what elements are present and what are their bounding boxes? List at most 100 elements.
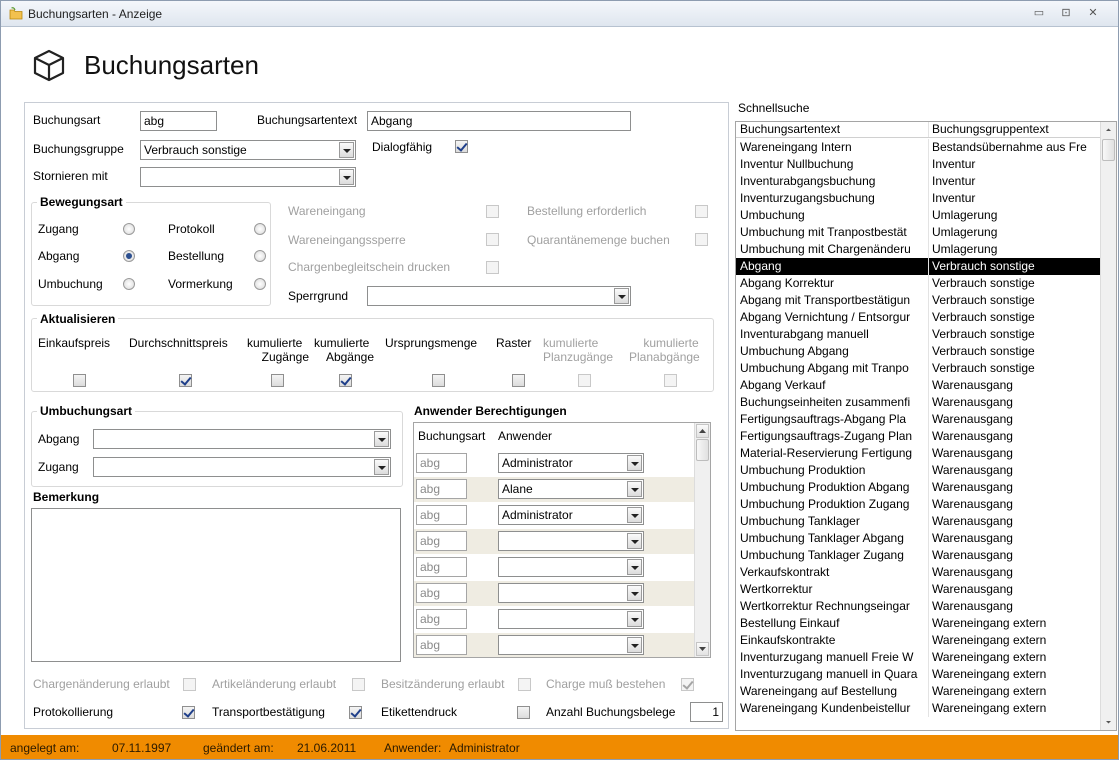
list-item[interactable]: Umbuchung Tanklager Abgang Warenausgang <box>736 530 1102 547</box>
table-row[interactable]: abg Administrator <box>414 503 694 528</box>
list-item[interactable]: Inventurzugang manuell Freie W Wareneinga… <box>736 649 1102 666</box>
chevron-down-icon[interactable] <box>627 455 642 471</box>
list-item[interactable]: Inventurzugang manuell in Quara Wareneing… <box>736 666 1102 683</box>
raster-checkbox[interactable] <box>512 374 525 387</box>
cell-anwender-select[interactable]: Alane <box>498 479 644 499</box>
cell-buchungsart[interactable]: abg <box>416 479 467 499</box>
table-row[interactable]: abg <box>414 581 694 606</box>
cell-buchungsart[interactable]: abg <box>416 635 467 655</box>
anzahl-belege-input[interactable]: 1 <box>690 702 723 722</box>
radio-protokoll[interactable] <box>254 223 266 235</box>
cell-buchungsart[interactable]: abg <box>416 531 467 551</box>
cell-buchungsart[interactable]: abg <box>416 609 467 629</box>
quarantaene-checkbox[interactable] <box>695 233 708 246</box>
list-item[interactable]: Fertigungsauftrags-Zugang Plan Warenausga… <box>736 428 1102 445</box>
cell-anwender-select[interactable]: Administrator <box>498 453 644 473</box>
buchungsart-input[interactable]: abg <box>140 111 217 131</box>
radio-bestellung[interactable] <box>254 250 266 262</box>
scroll-up-button[interactable] <box>1102 123 1115 137</box>
chevron-down-icon[interactable] <box>614 288 629 304</box>
artikelaenderung-checkbox[interactable] <box>352 678 365 691</box>
kum-zugaenge-checkbox[interactable] <box>271 374 284 387</box>
list-item[interactable]: Material-Reservierung Fertigung Warenausg… <box>736 445 1102 462</box>
table-row[interactable]: abg <box>414 633 694 657</box>
maximize-button[interactable]: ⊡ <box>1058 6 1074 20</box>
list-item[interactable]: Wertkorrektur Rechnungseingar Warenausgan… <box>736 598 1102 615</box>
chevron-down-icon[interactable] <box>374 431 389 447</box>
charge-muss-checkbox[interactable] <box>681 678 694 691</box>
wareneingangssperre-checkbox[interactable] <box>486 233 499 246</box>
chevron-down-icon[interactable] <box>627 637 642 653</box>
table-row[interactable]: abg Administrator <box>414 451 694 476</box>
table-row[interactable]: abg <box>414 555 694 580</box>
list-item[interactable]: Abgang Vernichtung / Entsorgur Verbrauch … <box>736 309 1102 326</box>
scroll-thumb[interactable] <box>1102 139 1115 161</box>
list-item[interactable]: Inventurabgangsbuchung Inventur <box>736 173 1102 190</box>
anwender-scrollbar[interactable] <box>694 423 710 657</box>
transportbestaetigung-checkbox[interactable] <box>349 706 362 719</box>
chevron-down-icon[interactable] <box>627 611 642 627</box>
column-header-buchungsgruppentext[interactable]: Buchungsgruppentext <box>932 122 1100 136</box>
protokollierung-checkbox[interactable] <box>182 706 195 719</box>
list-item[interactable]: Abgang mit Transportbestätigun Verbrauch … <box>736 292 1102 309</box>
scroll-thumb[interactable] <box>696 439 709 461</box>
list-item[interactable]: Wertkorrektur Warenausgang <box>736 581 1102 598</box>
list-item[interactable]: Bestellung Einkauf Wareneingang extern <box>736 615 1102 632</box>
chevron-down-icon[interactable] <box>627 507 642 523</box>
cell-anwender-select[interactable] <box>498 531 644 551</box>
list-item[interactable]: Wareneingang auf Bestellung Wareneingang … <box>736 683 1102 700</box>
list-item[interactable]: Abgang Verkauf Warenausgang <box>736 377 1102 394</box>
list-item[interactable]: Wareneingang Intern Bestandsübernahme aus… <box>736 139 1102 156</box>
list-item[interactable]: Umbuchung Tanklager Zugang Warenausgang <box>736 547 1102 564</box>
list-item[interactable]: Umbuchung mit Tranpostbestät Umlagerung <box>736 224 1102 241</box>
list-item[interactable]: Fertigungsauftrags-Abgang Pla Warenausgan… <box>736 411 1102 428</box>
cell-buchungsart[interactable]: abg <box>416 453 467 473</box>
buchungsartentext-input[interactable]: Abgang <box>367 111 631 131</box>
bemerkung-textarea[interactable] <box>31 508 401 662</box>
table-row[interactable]: abg Alane <box>414 477 694 502</box>
radio-umbuchung[interactable] <box>123 278 135 290</box>
bestellung-erforderlich-checkbox[interactable] <box>695 205 708 218</box>
chargenbegleitschein-checkbox[interactable] <box>486 261 499 274</box>
list-item[interactable]: Buchungseinheiten zusammenfi Warenausgang <box>736 394 1102 411</box>
cell-buchungsart[interactable]: abg <box>416 505 467 525</box>
einkaufspreis-checkbox[interactable] <box>73 374 86 387</box>
cell-buchungsart[interactable]: abg <box>416 583 467 603</box>
chargenaenderung-checkbox[interactable] <box>183 678 196 691</box>
minimize-button[interactable]: ▭ <box>1031 6 1047 20</box>
cell-buchungsart[interactable]: abg <box>416 557 467 577</box>
kum-planzugaenge-checkbox[interactable] <box>578 374 591 387</box>
chevron-down-icon[interactable] <box>627 481 642 497</box>
radio-vormerkung[interactable] <box>254 278 266 290</box>
sperrgrund-select[interactable] <box>367 286 631 306</box>
chevron-down-icon[interactable] <box>339 142 354 158</box>
ursprungsmenge-checkbox[interactable] <box>432 374 445 387</box>
list-item[interactable]: Inventurzugangsbuchung Inventur <box>736 190 1102 207</box>
cell-anwender-select[interactable] <box>498 557 644 577</box>
buchungsgruppe-select[interactable]: Verbrauch sonstige <box>140 140 356 160</box>
close-button[interactable]: ✕ <box>1085 6 1101 20</box>
list-item[interactable]: Abgang Verbrauch sonstige <box>736 258 1102 275</box>
scroll-down-button[interactable] <box>696 642 709 656</box>
durchschnittspreis-checkbox[interactable] <box>179 374 192 387</box>
list-item[interactable]: Umbuchung mit Chargenänderu Umlagerung <box>736 241 1102 258</box>
list-item[interactable]: Wareneingang Kundenbeistellur Wareneingan… <box>736 700 1102 717</box>
chevron-down-icon[interactable] <box>374 459 389 475</box>
list-item[interactable]: Umbuchung Produktion Zugang Warenausgang <box>736 496 1102 513</box>
cell-anwender-select[interactable] <box>498 583 644 603</box>
dialogfaehig-checkbox[interactable] <box>455 140 468 153</box>
cell-anwender-select[interactable] <box>498 635 644 655</box>
list-item[interactable]: Umbuchung Tanklager Warenausgang <box>736 513 1102 530</box>
list-item[interactable]: Verkaufskontrakt Warenausgang <box>736 564 1102 581</box>
chevron-down-icon[interactable] <box>627 533 642 549</box>
stornieren-select[interactable] <box>140 167 356 187</box>
chevron-down-icon[interactable] <box>339 169 354 185</box>
table-row[interactable]: abg <box>414 607 694 632</box>
list-item[interactable]: Abgang Korrektur Verbrauch sonstige <box>736 275 1102 292</box>
list-item[interactable]: Umbuchung Produktion Warenausgang <box>736 462 1102 479</box>
etikettendruck-checkbox[interactable] <box>517 706 530 719</box>
list-item[interactable]: Umbuchung Abgang mit Tranpo Verbrauch son… <box>736 360 1102 377</box>
column-header-buchungsartentext[interactable]: Buchungsartentext <box>740 122 928 136</box>
list-item[interactable]: Umbuchung Abgang Verbrauch sonstige <box>736 343 1102 360</box>
kum-planabgaenge-checkbox[interactable] <box>664 374 677 387</box>
